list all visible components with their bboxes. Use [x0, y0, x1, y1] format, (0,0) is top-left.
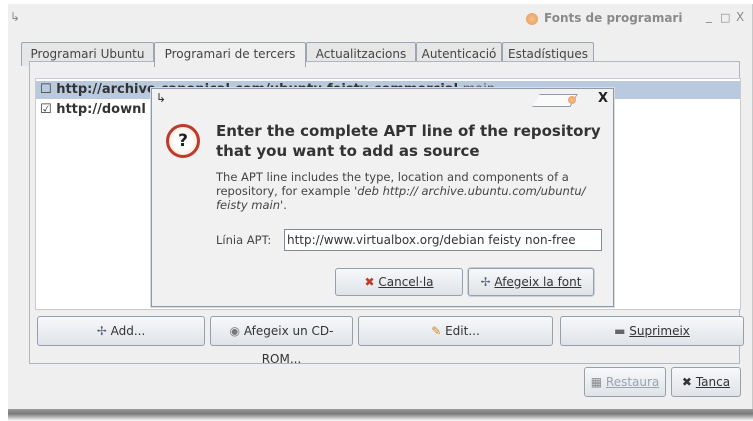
revert-icon: ▦	[590, 375, 603, 389]
checkbox-checked[interactable]: ☑	[40, 102, 52, 117]
edit-button[interactable]: ✎ Edit...	[358, 316, 553, 346]
app-icon	[526, 13, 538, 25]
tab-third-party-software[interactable]: Programari de tercers	[154, 42, 306, 67]
remove-button[interactable]: ▬ Suprimeix	[560, 316, 744, 346]
plus-icon: ✢	[480, 275, 491, 289]
window-menu-icon[interactable]: ↳	[10, 10, 20, 24]
add-source-dialog: ↳ X ? Enter the complete APT line of the…	[151, 88, 614, 307]
cdrom-icon: ◉	[229, 324, 241, 338]
dialog-app-icon	[568, 96, 576, 104]
add-button[interactable]: ✢ Add...	[37, 316, 205, 346]
checkbox-unchecked[interactable]: ☐	[40, 82, 52, 97]
minus-icon: ▬	[614, 324, 626, 338]
window-title: Fonts de programari	[544, 11, 683, 25]
maximize-icon[interactable]: □	[720, 11, 730, 24]
close-x-icon: ✖	[681, 375, 692, 389]
add-cdrom-button[interactable]: ◉ Afegeix un CD-ROM...	[210, 316, 353, 366]
question-icon: ?	[166, 124, 200, 158]
add-source-button[interactable]: ✢ Afegeix la font	[468, 268, 594, 296]
title-bar: ↳ Fonts de programari _ □ X	[8, 4, 753, 34]
window-shadow	[8, 409, 753, 421]
minimize-icon[interactable]: _	[706, 9, 712, 23]
close-icon[interactable]: X	[736, 10, 744, 24]
dialog-heading: Enter the complete APT line of the repos…	[216, 122, 601, 160]
cancel-x-icon: ✖	[364, 275, 375, 289]
dialog-description: The APT line includes the type, location…	[216, 170, 586, 212]
close-button[interactable]: ✖ Tanca	[671, 367, 741, 397]
dialog-close-icon[interactable]: X	[598, 91, 608, 106]
apt-line-label: Línia APT:	[216, 233, 272, 247]
dialog-title-bar: ↳ X	[152, 89, 613, 111]
plus-icon: ✢	[96, 324, 107, 338]
cancel-button[interactable]: ✖ Cancel·la	[335, 268, 463, 296]
revert-button[interactable]: ▦ Restaura	[584, 367, 666, 397]
apt-line-input[interactable]: http://www.virtualbox.org/debian feisty …	[284, 229, 602, 251]
edit-icon: ✎	[431, 324, 442, 338]
source-url: http://downl	[56, 102, 146, 117]
dialog-menu-icon[interactable]: ↳	[156, 91, 166, 105]
